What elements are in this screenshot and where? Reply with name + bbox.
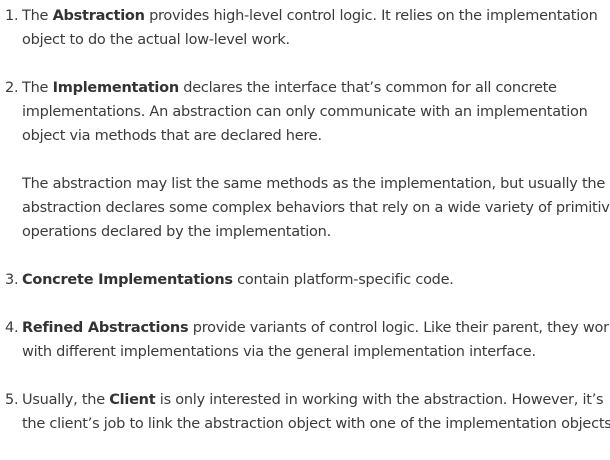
text-line: the client’s job to link the abstraction… xyxy=(22,412,610,436)
text-run: contain platform-specific code. xyxy=(232,272,454,288)
text-line: with different implementations via the g… xyxy=(22,340,610,364)
text-line: The Implementation declares the interfac… xyxy=(22,76,610,100)
text-line: Refined Abstractions provide variants of… xyxy=(22,316,610,340)
paragraph: The abstraction may list the same method… xyxy=(22,172,610,244)
text-line: operations declared by the implementatio… xyxy=(22,220,610,244)
text-line: Usually, the Client is only interested i… xyxy=(22,388,610,412)
text-run: object via methods that are declared her… xyxy=(22,128,322,144)
term-client: Client xyxy=(109,392,156,408)
paragraph: The Implementation declares the interfac… xyxy=(22,76,610,148)
list-item-5: 5. Usually, the Client is only intereste… xyxy=(0,388,610,436)
list-item-2: 2. The Implementation declares the inter… xyxy=(0,76,610,244)
text-run: provides high-level control logic. It re… xyxy=(144,8,598,24)
text-run: operations declared by the implementatio… xyxy=(22,224,331,240)
text-run: is only interested in working with the a… xyxy=(155,392,604,408)
list-item-number: 5. xyxy=(5,392,19,408)
list-item-number: 1. xyxy=(5,8,19,24)
text-run: The xyxy=(22,8,53,24)
numbered-list: 1. The Abstraction provides high-level c… xyxy=(0,4,610,460)
page: { "items": [ { "number": "1.", "paragrap… xyxy=(0,0,610,437)
text-line: abstraction declares some complex behavi… xyxy=(22,196,610,220)
text-run: provide variants of control logic. Like … xyxy=(188,320,610,336)
text-run: The xyxy=(22,80,53,96)
text-run: declares the interface that’s common for… xyxy=(178,80,557,96)
list-item-1: 1. The Abstraction provides high-level c… xyxy=(0,4,610,52)
list-item-4: 4. Refined Abstractions provide variants… xyxy=(0,316,610,364)
text-run: abstraction declares some complex behavi… xyxy=(22,200,610,216)
term-implementation: Implementation xyxy=(52,80,180,96)
text-run: with different implementations via the g… xyxy=(22,344,536,360)
text-line: object via methods that are declared her… xyxy=(22,124,610,148)
list-item-number: 3. xyxy=(5,272,19,288)
text-line: Concrete Implementations contain platfor… xyxy=(22,268,610,292)
paragraph: The Abstraction provides high-level cont… xyxy=(22,4,610,52)
text-run: object to do the actual low-level work. xyxy=(22,32,290,48)
text-line: The Abstraction provides high-level cont… xyxy=(22,4,610,28)
text-run: Usually, the xyxy=(22,392,110,408)
text-run: implementations. An abstraction can only… xyxy=(22,104,588,120)
text-run: The abstraction may list the same method… xyxy=(22,176,605,192)
list-item-3: 3. Concrete Implementations contain plat… xyxy=(0,268,610,292)
list-item-number: 4. xyxy=(5,320,19,336)
paragraph: Usually, the Client is only interested i… xyxy=(22,388,610,436)
paragraph: Refined Abstractions provide variants of… xyxy=(22,316,610,364)
term-abstraction: Abstraction xyxy=(52,8,145,24)
text-line: implementations. An abstraction can only… xyxy=(22,100,610,124)
list-item-number: 2. xyxy=(5,80,19,96)
term-concrete-implementations: Concrete Implementations xyxy=(22,272,233,288)
term-refined-abstractions: Refined Abstractions xyxy=(22,320,189,336)
text-line: object to do the actual low-level work. xyxy=(22,28,610,52)
text-line: The abstraction may list the same method… xyxy=(22,172,610,196)
paragraph: Concrete Implementations contain platfor… xyxy=(22,268,610,292)
text-run: the client’s job to link the abstraction… xyxy=(22,416,610,432)
